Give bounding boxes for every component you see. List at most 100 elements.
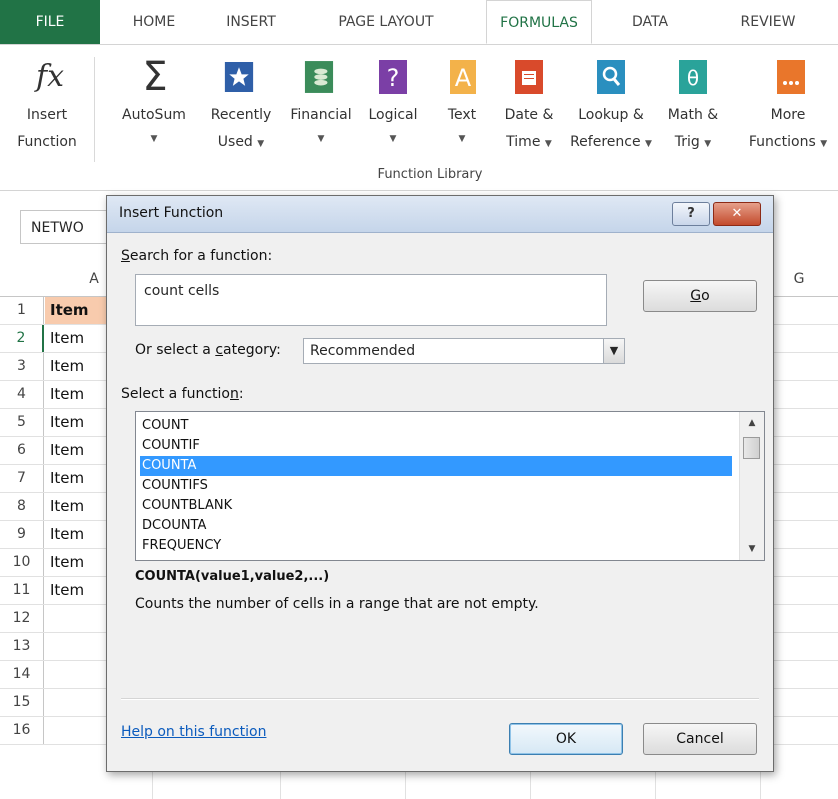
cancel-button[interactable]: Cancel xyxy=(643,723,757,755)
row-number[interactable]: 10 xyxy=(0,549,44,576)
function-list[interactable]: COUNT COUNTIF COUNTA COUNTIFS COUNTBLANK… xyxy=(135,411,765,561)
insert-function-label-2: Function xyxy=(17,134,77,150)
chevron-down-icon: ▼ xyxy=(257,139,265,149)
math-trig-button[interactable]: θ Math & Trig ▼ xyxy=(658,45,728,160)
row-number[interactable]: 3 xyxy=(0,353,44,380)
cell-a[interactable]: Item xyxy=(50,465,84,492)
chevron-down-icon[interactable]: ▼ xyxy=(603,339,624,363)
name-box[interactable]: NETWO xyxy=(20,210,120,244)
date-time-label-2: Time xyxy=(506,134,541,150)
svg-text:?: ? xyxy=(387,64,400,92)
svg-text:θ: θ xyxy=(687,66,699,90)
list-item[interactable]: COUNT xyxy=(140,416,732,436)
row-number[interactable]: 11 xyxy=(0,577,44,604)
row-number[interactable]: 13 xyxy=(0,633,44,660)
chevron-down-icon: ▼ xyxy=(317,134,325,144)
cell-a[interactable]: Item xyxy=(50,577,84,604)
chevron-down-icon: ▼ xyxy=(150,134,158,144)
select-function-label: Select a function: xyxy=(121,386,244,402)
list-item-selected[interactable]: COUNTA xyxy=(140,456,732,476)
insert-function-label: Insert xyxy=(26,107,68,123)
cell-a[interactable]: Item xyxy=(50,353,84,380)
category-label: Or select a category: xyxy=(135,342,281,358)
insert-function-button[interactable]: fx Insert Function xyxy=(0,45,94,160)
insert-function-dialog: Insert Function ? ✕ Search for a functio… xyxy=(106,195,774,772)
lookup-label-2: Reference xyxy=(570,134,641,150)
more-functions-button[interactable]: More Functions ▼ xyxy=(738,45,838,160)
recently-used-label-2: Used xyxy=(217,134,253,150)
list-item[interactable]: COUNTBLANK xyxy=(140,496,732,516)
help-button[interactable]: ? xyxy=(672,202,710,226)
list-item[interactable]: COUNTIF xyxy=(140,436,732,456)
financial-icon xyxy=(304,61,334,93)
go-button[interactable]: Go xyxy=(643,280,757,312)
more-label: More xyxy=(770,107,806,123)
cell-a[interactable]: Item xyxy=(50,549,84,576)
date-time-label: Date & xyxy=(504,107,554,123)
row-number[interactable]: 12 xyxy=(0,605,44,632)
tab-review[interactable]: REVIEW xyxy=(708,0,828,44)
row-number[interactable]: 15 xyxy=(0,689,44,716)
list-item[interactable]: FREQUENCY xyxy=(140,536,732,556)
date-time-button[interactable]: Date & Time ▼ xyxy=(494,45,564,160)
row-number[interactable]: 1 xyxy=(0,297,44,324)
row-number[interactable]: 4 xyxy=(0,381,44,408)
help-on-function-link[interactable]: Help on this function xyxy=(121,724,266,740)
financial-label: Financial xyxy=(290,107,352,123)
row-number[interactable]: 8 xyxy=(0,493,44,520)
scroll-thumb[interactable] xyxy=(743,437,760,459)
sigma-icon: Σ xyxy=(142,54,168,100)
chevron-down-icon: ▼ xyxy=(820,139,828,149)
scroll-down-icon[interactable]: ▼ xyxy=(740,540,764,558)
list-item[interactable]: COUNTIFS xyxy=(140,476,732,496)
logical-label: Logical xyxy=(368,107,418,123)
scroll-up-icon[interactable]: ▲ xyxy=(740,414,764,432)
row-number[interactable]: 16 xyxy=(0,717,44,744)
lookup-reference-button[interactable]: Lookup & Reference ▼ xyxy=(566,45,656,160)
star-icon xyxy=(224,62,254,92)
row-number[interactable]: 14 xyxy=(0,661,44,688)
logical-button[interactable]: ? Logical ▼ xyxy=(360,45,426,160)
cell-a[interactable]: Item xyxy=(50,381,84,408)
row-number[interactable]: 5 xyxy=(0,409,44,436)
row-number[interactable]: 9 xyxy=(0,521,44,548)
recently-used-button[interactable]: Recently Used ▼ xyxy=(198,45,284,160)
function-signature: COUNTA(value1,value2,...) xyxy=(135,569,330,584)
tab-page-layout[interactable]: PAGE LAYOUT xyxy=(306,0,466,44)
ribbon-separator xyxy=(94,57,95,162)
cell-a[interactable]: Item xyxy=(50,325,84,352)
more-icon xyxy=(777,60,805,94)
cell-a[interactable]: Item xyxy=(50,521,84,548)
tab-formulas[interactable]: FORMULAS xyxy=(486,0,592,44)
autosum-button[interactable]: Σ AutoSum ▼ xyxy=(112,45,196,160)
cell-a[interactable]: Item xyxy=(50,409,84,436)
text-a-icon: A xyxy=(450,60,476,94)
close-icon: ✕ xyxy=(731,206,743,221)
row-number[interactable]: 6 xyxy=(0,437,44,464)
lookup-label: Lookup & xyxy=(578,107,644,123)
row-number[interactable]: 2 xyxy=(0,325,44,352)
cell-a[interactable]: Item xyxy=(50,437,84,464)
list-scrollbar[interactable]: ▲ ▼ xyxy=(739,412,764,560)
financial-button[interactable]: Financial ▼ xyxy=(284,45,358,160)
ok-button[interactable]: OK xyxy=(509,723,623,755)
tab-data[interactable]: DATA xyxy=(604,0,696,44)
math-label-2: Trig xyxy=(674,134,700,150)
list-item[interactable]: DCOUNTA xyxy=(140,516,732,536)
function-description: Counts the number of cells in a range th… xyxy=(135,596,539,612)
row-number[interactable]: 7 xyxy=(0,465,44,492)
close-button[interactable]: ✕ xyxy=(713,202,761,226)
svg-text:A: A xyxy=(455,64,472,92)
cell-a[interactable]: Item xyxy=(50,493,84,520)
question-icon: ? xyxy=(379,60,407,94)
tab-home[interactable]: HOME xyxy=(114,0,194,44)
tab-file[interactable]: FILE xyxy=(0,0,100,44)
math-label: Math & xyxy=(667,107,719,123)
search-input[interactable]: count cells xyxy=(135,274,607,326)
search-label: Search for a function: xyxy=(121,248,273,264)
text-button[interactable]: A Text ▼ xyxy=(436,45,488,160)
chevron-down-icon: ▼ xyxy=(458,134,466,144)
tab-insert[interactable]: INSERT xyxy=(206,0,296,44)
category-select[interactable]: Recommended ▼ xyxy=(303,338,625,364)
dialog-title-bar[interactable]: Insert Function ? ✕ xyxy=(107,196,773,233)
